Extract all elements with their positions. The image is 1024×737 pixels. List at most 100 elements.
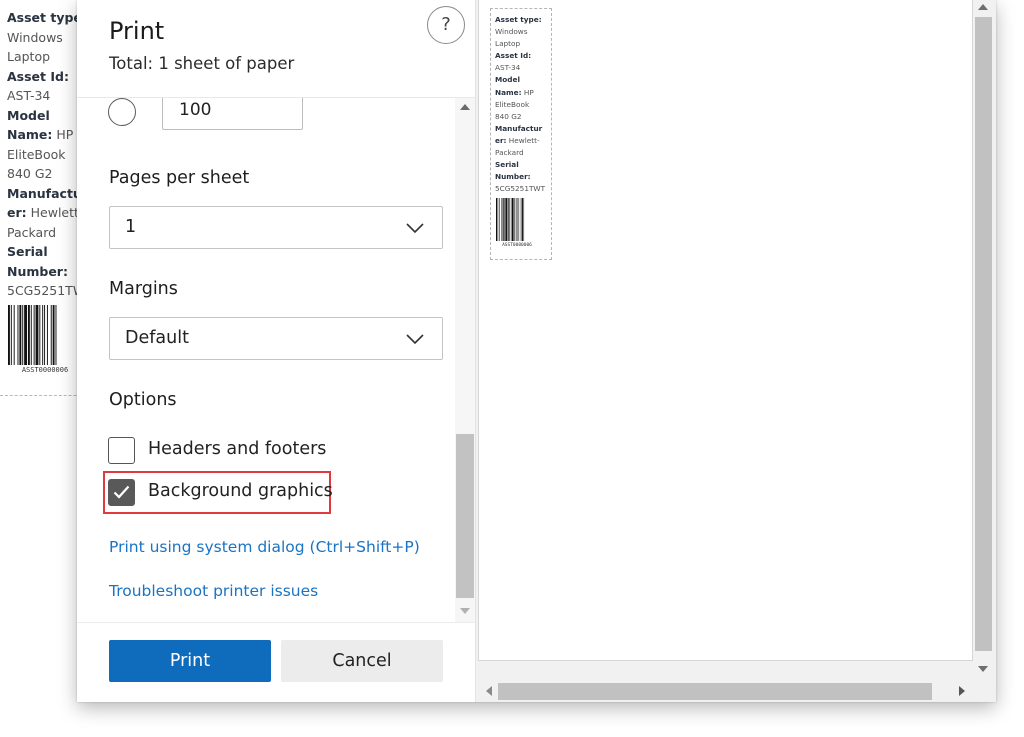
barcode-bar [501, 198, 503, 242]
barcode-bar [496, 198, 498, 242]
label-line: Windows [495, 26, 551, 38]
barcode-bar [35, 304, 39, 365]
barcode-text: ASST0000006 [22, 366, 68, 374]
label-value: Packard [7, 224, 57, 240]
scroll-up-arrow-icon[interactable] [978, 4, 988, 10]
barcode-bar [502, 198, 504, 242]
barcode-bar [50, 304, 52, 365]
label-line: Asset Id: [495, 50, 551, 62]
system-dialog-link[interactable]: Print using system dialog (Ctrl+Shift+P) [109, 538, 420, 556]
help-button[interactable]: ? [427, 6, 465, 44]
barcode-bar [44, 304, 46, 365]
label-value: EliteBook [7, 146, 66, 162]
cancel-button[interactable]: Cancel [281, 640, 443, 682]
label-key: er: [495, 135, 507, 145]
label-key: Name: [7, 127, 53, 142]
scale-custom-radio[interactable] [108, 98, 136, 126]
label-key: Number: [7, 263, 68, 279]
headers-footers-label: Headers and footers [148, 439, 327, 459]
scroll-down-arrow-icon[interactable] [460, 608, 470, 614]
label-value: Hewlett- [26, 205, 84, 220]
preview-vertical-scrollbar[interactable] [973, 0, 994, 680]
barcode-text: ASST0000006 [502, 242, 532, 248]
barcode-bar [507, 198, 509, 242]
barcode-bar [521, 198, 523, 242]
pages-per-sheet-value: 1 [125, 217, 137, 237]
barcode: ASST0000006 [8, 304, 68, 374]
preview-page: Asset type: Windows Laptop Asset Id: AST-34 M… [478, 0, 973, 661]
barcode-bar [46, 304, 48, 365]
barcode-bar [19, 304, 22, 365]
margins-value: Default [125, 328, 189, 348]
barcode-bar [523, 198, 525, 242]
label-key: Asset Id: [7, 68, 69, 84]
sheet-count: Total: 1 sheet of paper [109, 54, 295, 73]
pages-per-sheet-select[interactable]: 1 [109, 206, 443, 249]
barcode-bar [511, 198, 514, 242]
label-key: Model [495, 75, 520, 85]
background-graphics-checkbox[interactable] [108, 479, 135, 506]
scroll-down-arrow-icon[interactable] [978, 666, 988, 672]
margins-select[interactable]: Default [109, 317, 443, 360]
label-key: er: [7, 205, 27, 220]
dialog-header: Print Total: 1 sheet of paper ? [77, 0, 475, 98]
preview-horizontal-scrollbar[interactable] [478, 681, 973, 702]
barcode-bar [17, 304, 19, 365]
scroll-up-arrow-icon[interactable] [460, 104, 470, 110]
barcode-bar [42, 304, 44, 365]
label-key: Model [7, 107, 50, 123]
label-key: Asset Id: [495, 51, 532, 61]
barcode-bar [10, 304, 12, 365]
settings-panel: Print Total: 1 sheet of paper ? 100 Page… [77, 0, 476, 702]
preview-label-lines: Asset type: Windows Laptop Asset Id: AST-34 M… [495, 14, 551, 195]
scrollbar-thumb[interactable] [975, 17, 992, 651]
label-line: Asset type: [495, 14, 551, 26]
label-value: 840 G2 [7, 166, 53, 181]
label-value: EliteBook [495, 99, 530, 109]
scroll-left-arrow-icon[interactable] [486, 686, 492, 696]
troubleshoot-link[interactable]: Troubleshoot printer issues [109, 582, 318, 600]
label-key: Serial [7, 244, 48, 259]
barcode-bar [515, 198, 517, 242]
label-value: 5CG5251TW [7, 283, 86, 298]
barcode-bar [52, 304, 55, 365]
label-value: HP [521, 87, 534, 97]
dialog-title: Print [109, 17, 165, 45]
label-key: Serial [495, 160, 519, 170]
scrollbar-thumb[interactable] [498, 683, 932, 700]
settings-scroll-area[interactable]: 100 Pages per sheet 1 Margins Default Op… [77, 98, 475, 622]
print-button[interactable]: Print [109, 640, 271, 682]
label-value: 5CG5251TWT [495, 184, 546, 194]
label-line: Laptop [495, 38, 551, 50]
label-value: Hewlett- [506, 135, 540, 145]
barcode-bar [505, 198, 507, 242]
barcode-bar [504, 198, 505, 242]
screen: Asset type Windows Laptop Asset Id: AST-34 Mo… [0, 0, 1024, 737]
label-value: Laptop [7, 49, 51, 64]
label-value: Windows [495, 27, 528, 37]
label-line: Serial [495, 159, 551, 171]
label-line: Manufactur [495, 123, 551, 135]
label-key: Number: [495, 172, 531, 182]
barcode-bar [13, 304, 15, 365]
scroll-right-arrow-icon[interactable] [959, 686, 965, 696]
barcode-bar [24, 304, 27, 365]
barcode-bar [510, 198, 512, 242]
dialog-footer: Print Cancel [77, 622, 475, 702]
label-value: Windows [7, 29, 63, 45]
barcode-bar [55, 304, 57, 365]
label-line: EliteBook [495, 99, 551, 111]
headers-footers-checkbox[interactable] [108, 437, 135, 464]
scrollbar-thumb[interactable] [456, 434, 474, 598]
preview-pane: Asset type: Windows Laptop Asset Id: AST-34 M… [476, 0, 996, 702]
barcode-bar [39, 304, 41, 365]
barcode-bar [30, 304, 32, 365]
label-line: er: Hewlett- [495, 135, 551, 147]
barcode-bar [497, 198, 499, 242]
label-key: Manufactu [7, 185, 82, 201]
settings-scrollbar[interactable] [455, 98, 475, 622]
barcode-bar [27, 304, 30, 365]
scale-input[interactable]: 100 [162, 98, 303, 130]
barcode-bar [520, 198, 522, 242]
label-key: Asset type [7, 10, 82, 25]
